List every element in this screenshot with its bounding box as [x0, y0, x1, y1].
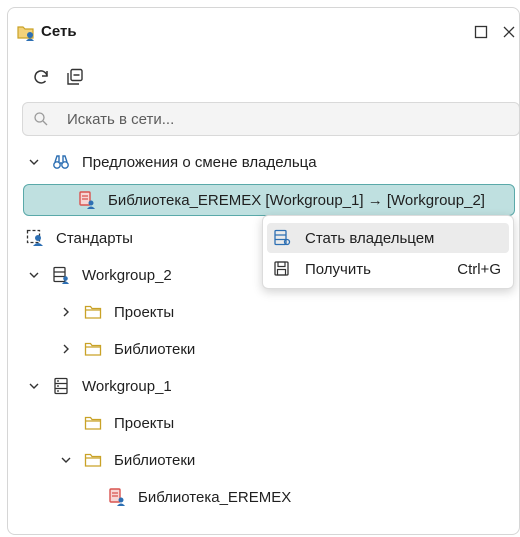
tree-node-label: Библиотека_EREMEX — [138, 488, 292, 506]
tree-node-label: Предложения о смене владельца — [82, 153, 317, 171]
tree-node-label: Workgroup_2 — [82, 266, 172, 284]
server-user-icon — [52, 266, 70, 284]
menu-item-get[interactable]: Получить Ctrl+G — [267, 254, 509, 284]
menu-item-label: Стать владельцем — [305, 229, 435, 247]
folder-icon — [84, 451, 102, 469]
tree-node-label: Проекты — [114, 414, 175, 432]
title-bar: Сеть — [8, 8, 519, 56]
tree-node-wg1-projects[interactable]: Проекты — [84, 408, 174, 438]
menu-item-shortcut: Ctrl+G — [457, 260, 501, 278]
chevron-down-icon[interactable] — [26, 267, 42, 283]
tree-node-label: Проекты — [114, 303, 175, 321]
tree-node-label: Библиотека_EREMEX [Workgroup_1] → [Workg… — [108, 191, 485, 209]
search-input[interactable] — [67, 109, 487, 129]
tree-node-library-proposal[interactable]: Библиотека_EREMEX [Workgroup_1] → [Workg… — [23, 184, 515, 216]
network-folder-icon — [16, 22, 36, 42]
tree-node-standards[interactable]: Стандарты — [26, 223, 133, 253]
maximize-icon[interactable] — [469, 20, 493, 44]
tree-node-wg2-projects[interactable]: Проекты — [58, 297, 174, 327]
tree-node-label: Workgroup_1 — [82, 377, 172, 395]
tree-node-wg2-libraries[interactable]: Библиотеки — [58, 334, 195, 364]
menu-item-label: Получить — [305, 260, 371, 278]
chevron-right-icon[interactable] — [58, 341, 74, 357]
binoculars-icon — [52, 153, 70, 171]
library-user-icon — [78, 191, 96, 209]
close-icon[interactable] — [497, 20, 519, 44]
tree-node-label: Стандарты — [56, 229, 133, 247]
search-box[interactable] — [22, 102, 519, 136]
panel-title: Сеть — [41, 23, 77, 40]
network-panel: Сеть Искать в сети... Предложения о смен… — [7, 7, 520, 535]
tree-node-wg1-libraries[interactable]: Библиотеки — [58, 445, 195, 475]
tree-node-proposals[interactable]: Предложения о смене владельца — [26, 147, 317, 177]
collapse-all-icon[interactable] — [62, 64, 88, 90]
chevron-down-icon[interactable] — [26, 154, 42, 170]
take-ownership-icon — [273, 229, 291, 247]
tree-node-label: Библиотеки — [114, 451, 196, 469]
refresh-icon[interactable] — [28, 64, 54, 90]
library-user-icon — [108, 488, 126, 506]
search-icon — [33, 111, 49, 132]
standards-icon — [26, 229, 44, 247]
menu-item-take-ownership[interactable]: Стать владельцем — [267, 223, 509, 253]
chevron-right-icon[interactable] — [58, 304, 74, 320]
chevron-down-icon[interactable] — [58, 452, 74, 468]
folder-icon — [84, 303, 102, 321]
chevron-down-icon[interactable] — [26, 378, 42, 394]
context-menu: Стать владельцем Получить Ctrl+G — [262, 215, 514, 289]
save-get-icon — [273, 260, 291, 278]
toolbar — [8, 60, 519, 96]
folder-icon — [84, 340, 102, 358]
folder-icon — [84, 414, 102, 432]
server-icon — [52, 377, 70, 395]
tree-node-wg1-library-item[interactable]: Библиотека_EREMEX — [108, 482, 291, 512]
tree-node-workgroup-1[interactable]: Workgroup_1 — [26, 371, 172, 401]
tree-node-workgroup-2[interactable]: Workgroup_2 — [26, 260, 172, 290]
tree-node-label: Библиотеки — [114, 340, 196, 358]
